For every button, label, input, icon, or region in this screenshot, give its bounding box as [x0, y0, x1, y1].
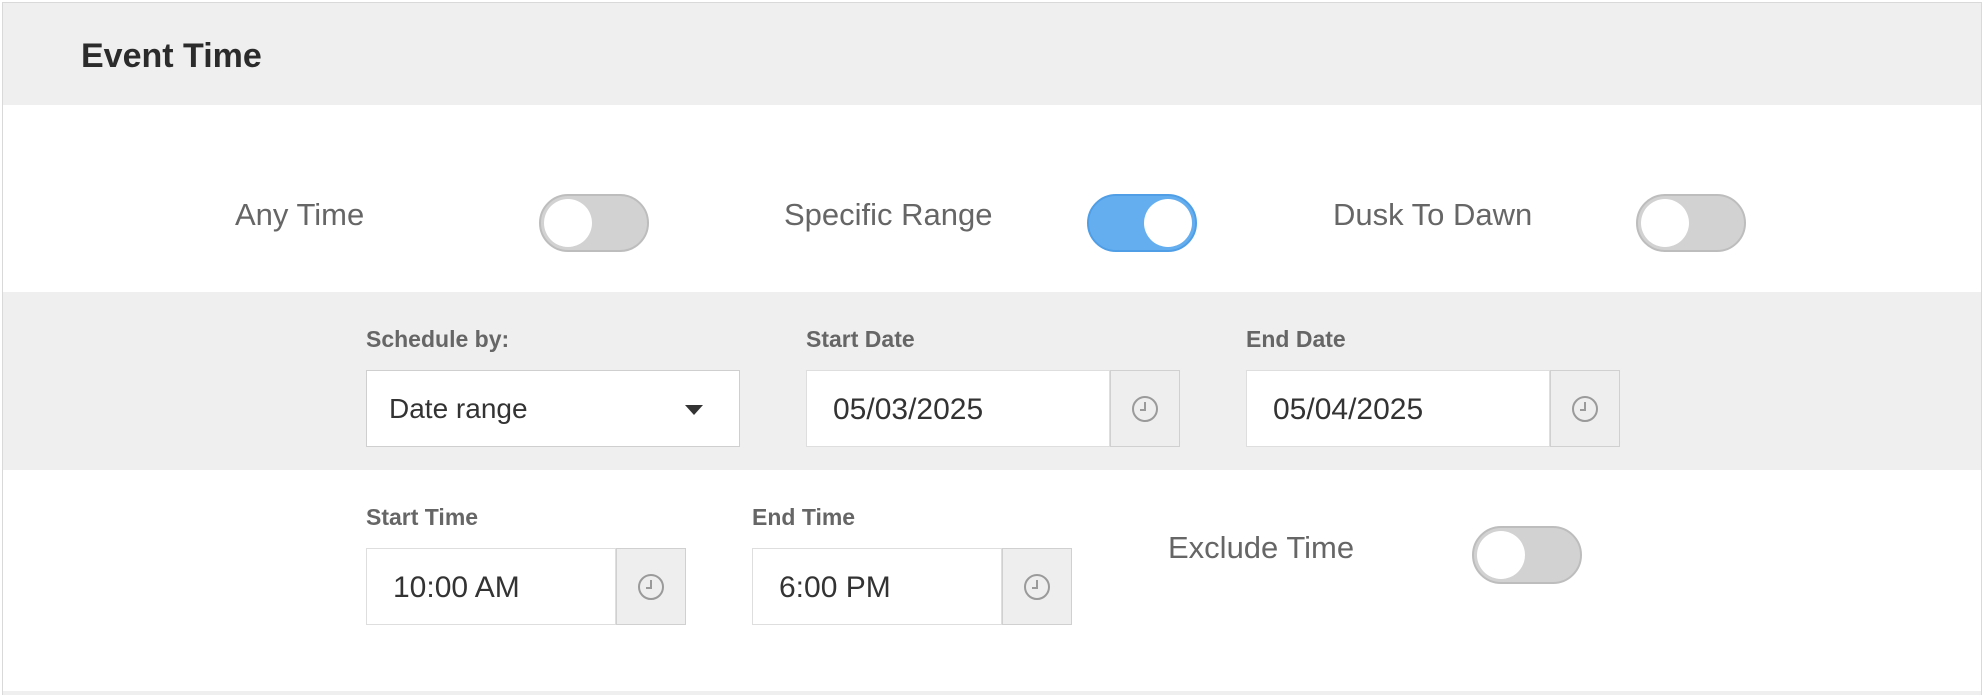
panel-bottom-border [3, 691, 1981, 695]
clock-icon [638, 573, 664, 600]
toggle-knob [1477, 531, 1525, 579]
toggle-knob [1641, 199, 1689, 247]
start-date-value: 05/03/2025 [833, 393, 984, 426]
schedule-by-label: Schedule by: [366, 326, 510, 352]
exclude-time-toggle[interactable] [1472, 526, 1582, 584]
specific-range-label: Specific Range [784, 197, 993, 232]
start-time-input[interactable]: 10:00 AM [366, 548, 616, 625]
end-time-picker-button[interactable] [1002, 548, 1072, 625]
panel-title: Event Time [81, 37, 262, 75]
end-time-value: 6:00 PM [779, 571, 891, 604]
end-date-picker-button[interactable] [1550, 370, 1620, 447]
exclude-time-label: Exclude Time [1168, 530, 1355, 565]
start-time-label: Start Time [366, 504, 479, 530]
panel-header: Event Time [3, 3, 1981, 105]
any-time-label: Any Time [235, 197, 365, 232]
start-date-input[interactable]: 05/03/2025 [806, 370, 1110, 447]
end-time-input[interactable]: 6:00 PM [752, 548, 1002, 625]
start-time-picker-button[interactable] [616, 548, 686, 625]
end-date-value: 05/04/2025 [1273, 393, 1424, 426]
dusk-to-dawn-label: Dusk To Dawn [1333, 197, 1533, 232]
start-date-label: Start Date [806, 326, 915, 352]
start-date-picker-button[interactable] [1110, 370, 1180, 447]
clock-icon [1024, 573, 1050, 600]
end-date-input[interactable]: 05/04/2025 [1246, 370, 1550, 447]
caret-down-icon [685, 405, 703, 415]
dusk-to-dawn-toggle[interactable] [1636, 194, 1746, 252]
start-time-value: 10:00 AM [393, 571, 520, 604]
toggle-knob [544, 199, 592, 247]
clock-icon [1572, 395, 1598, 422]
schedule-by-value: Date range [389, 393, 528, 424]
specific-range-toggle[interactable] [1087, 194, 1197, 252]
event-time-panel: Event Time Any Time Specific Range Dusk … [2, 2, 1982, 695]
toggle-knob [1144, 199, 1192, 247]
end-date-label: End Date [1246, 326, 1346, 352]
schedule-by-select[interactable]: Date range [366, 370, 740, 447]
any-time-toggle[interactable] [539, 194, 649, 252]
end-time-label: End Time [752, 504, 856, 530]
clock-icon [1132, 395, 1158, 422]
